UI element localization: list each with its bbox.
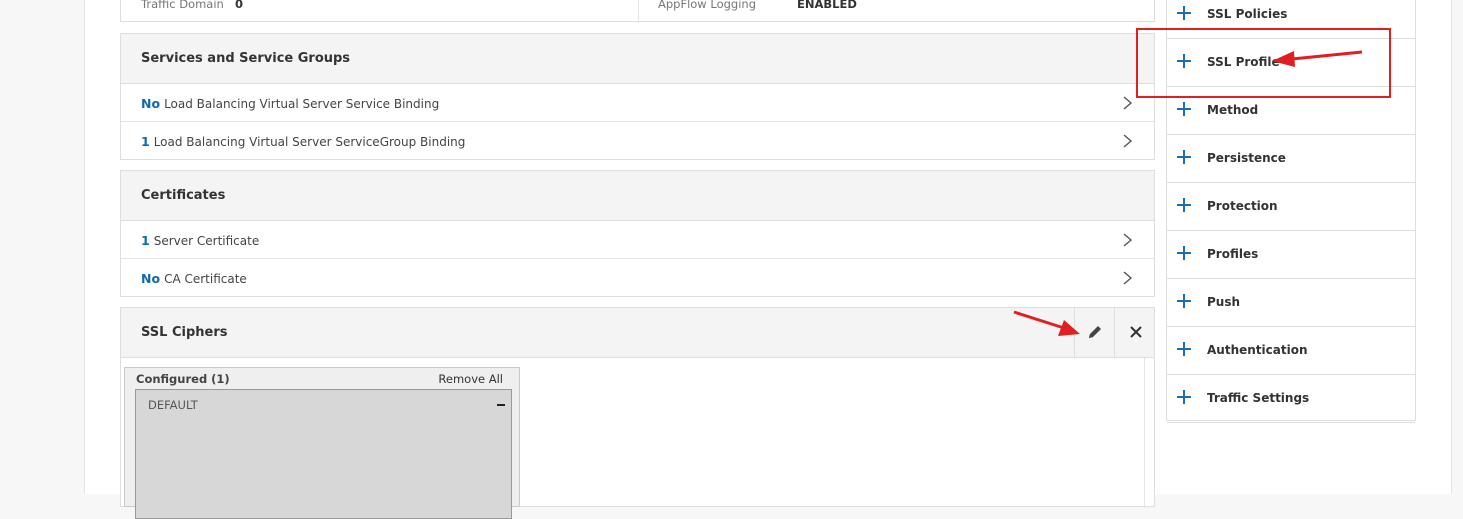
row-text: No Load Balancing Virtual Server Service …	[141, 96, 439, 111]
plus-icon	[1177, 102, 1191, 116]
servicegroup-binding-row[interactable]: 1 Load Balancing Virtual Server ServiceGr…	[121, 122, 1154, 160]
sidebar-item-authentication[interactable]: Authentication	[1167, 327, 1415, 375]
chevron-right-icon	[1123, 271, 1133, 285]
server-certificate-row[interactable]: 1 Server Certificate	[121, 221, 1154, 259]
servicegroup-binding-label: Load Balancing Virtual Server ServiceGro…	[153, 135, 466, 149]
server-certificate-label: Server Certificate	[153, 234, 260, 248]
configured-title: Configured (1)	[136, 372, 230, 386]
column-divider	[638, 0, 639, 23]
sidebar-item-persistence[interactable]: Persistence	[1167, 135, 1415, 183]
plus-icon	[1177, 198, 1191, 212]
services-panel-header: Services and Service Groups	[121, 34, 1154, 84]
plus-icon	[1177, 246, 1191, 260]
sidebar-item-profiles[interactable]: Profiles	[1167, 231, 1415, 279]
sidebar-item-label: Profiles	[1207, 247, 1259, 261]
cipher-name: DEFAULT	[148, 398, 198, 412]
certificates-panel-title: Certificates	[141, 188, 226, 203]
appflow-logging-label: AppFlow Logging	[658, 0, 756, 11]
ssl-ciphers-body: Configured (1) Remove All DEFAULT	[121, 358, 1145, 519]
edit-button[interactable]	[1074, 308, 1114, 357]
sidebar-item-label: Push	[1207, 295, 1241, 309]
sidebar-item-label: SSL Policies	[1207, 7, 1288, 21]
ca-certificate-label: CA Certificate	[164, 272, 247, 286]
remove-all-link[interactable]: Remove All	[438, 372, 503, 386]
certificates-panel-header: Certificates	[121, 171, 1154, 221]
row-text: 1 Load Balancing Virtual Server ServiceGr…	[141, 134, 465, 149]
server-certificate-count: 1	[141, 233, 150, 248]
configured-ciphers-box: Configured (1) Remove All DEFAULT	[124, 367, 520, 519]
plus-icon	[1177, 150, 1191, 164]
row-text: No CA Certificate	[141, 271, 247, 286]
sidebar-item-push[interactable]: Push	[1167, 279, 1415, 327]
close-button[interactable]	[1114, 308, 1154, 357]
services-panel-title: Services and Service Groups	[141, 51, 351, 66]
row-text: 1 Server Certificate	[141, 233, 259, 248]
chevron-right-icon	[1123, 134, 1133, 148]
configured-ciphers-list: DEFAULT	[135, 389, 512, 519]
basic-settings-panel: Traffic Domain 0 AppFlow Logging ENABLED	[120, 0, 1155, 23]
services-panel: Services and Service Groups No Load Balan…	[120, 33, 1155, 160]
servicegroup-binding-count: 1	[141, 134, 150, 149]
plus-icon	[1177, 6, 1191, 20]
sidebar-item-label: Persistence	[1207, 151, 1286, 165]
ca-certificate-row[interactable]: No CA Certificate	[121, 259, 1154, 297]
traffic-domain-label: Traffic Domain	[141, 0, 224, 11]
pencil-icon	[1089, 326, 1101, 338]
plus-icon	[1177, 294, 1191, 308]
advanced-settings-sidebar: SSL Policies SSL Profile Method Persiste…	[1166, 0, 1416, 423]
chevron-right-icon	[1123, 233, 1133, 247]
ssl-ciphers-panel-header: SSL Ciphers	[121, 308, 1154, 358]
plus-icon	[1177, 390, 1191, 404]
ssl-ciphers-panel: SSL Ciphers Configured (1) Remove All DE…	[120, 307, 1155, 519]
service-binding-label: Load Balancing Virtual Server Service Bi…	[164, 97, 440, 111]
sidebar-item-label: Method	[1207, 103, 1259, 117]
service-binding-count: No	[141, 96, 161, 111]
traffic-domain-value: 0	[235, 0, 244, 11]
service-binding-row[interactable]: No Load Balancing Virtual Server Service …	[121, 84, 1154, 122]
chevron-right-icon	[1123, 96, 1133, 110]
sidebar-item-ssl-policies[interactable]: SSL Policies	[1167, 0, 1415, 39]
plus-icon	[1177, 342, 1191, 356]
sidebar-item-ssl-profile[interactable]: SSL Profile	[1167, 39, 1415, 87]
ssl-ciphers-panel-title: SSL Ciphers	[141, 325, 228, 340]
ca-certificate-count: No	[141, 271, 161, 286]
sidebar-item-traffic-settings[interactable]: Traffic Settings	[1167, 375, 1415, 423]
appflow-logging-value: ENABLED	[797, 0, 857, 11]
sidebar-item-method[interactable]: Method	[1167, 87, 1415, 135]
remove-item-icon[interactable]	[497, 404, 505, 406]
sidebar-item-label: Protection	[1207, 199, 1278, 213]
sidebar-item-protection[interactable]: Protection	[1167, 183, 1415, 231]
close-icon	[1130, 326, 1142, 338]
sidebar-item-label: Traffic Settings	[1207, 391, 1310, 405]
certificates-panel: Certificates 1 Server Certificate No CA Ce…	[120, 170, 1155, 297]
plus-icon	[1177, 54, 1191, 68]
sidebar-item-label: SSL Profile	[1207, 55, 1280, 69]
sidebar-item-label: Authentication	[1207, 343, 1308, 357]
